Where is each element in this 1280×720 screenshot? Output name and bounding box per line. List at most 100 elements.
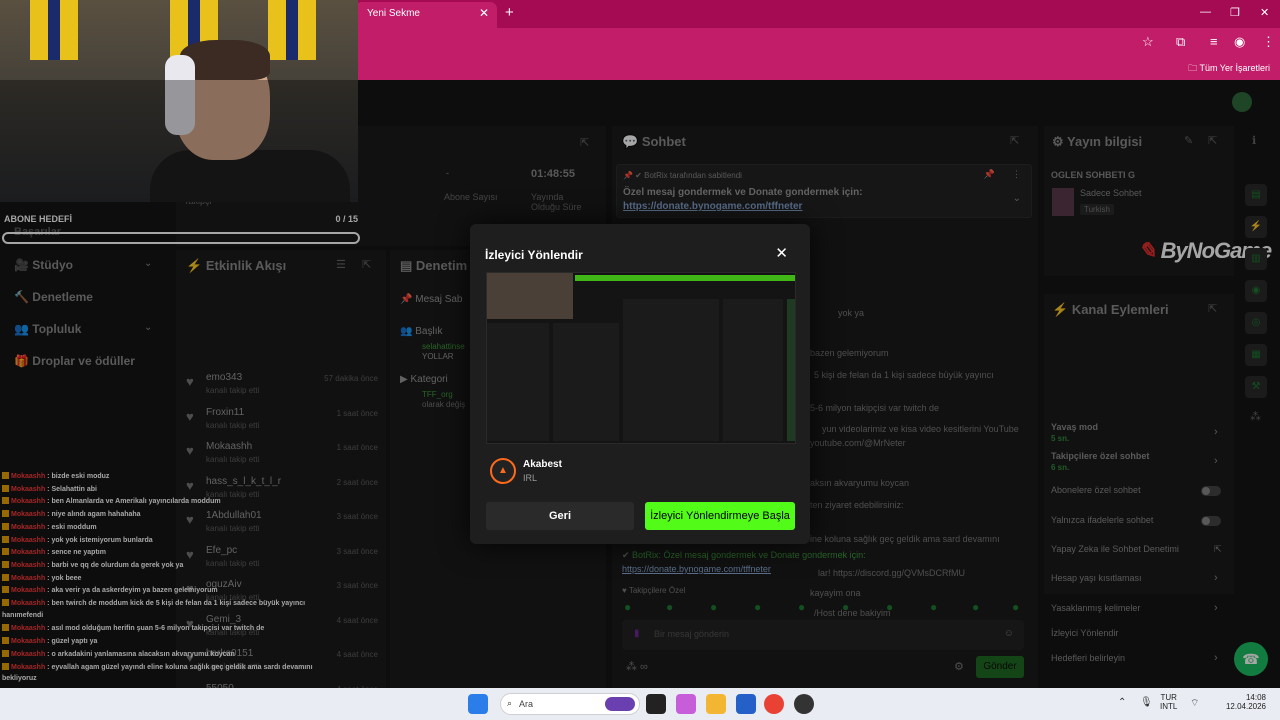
emote-icon[interactable]: ● [666,600,673,614]
browser-tab[interactable]: Yeni Sekme ✕ [355,2,497,28]
wifi-icon[interactable]: ⌔ [1190,697,1199,710]
chat-placeholder: Bir mesaj gönderin [654,629,730,639]
external-link-icon[interactable]: ⇱ [1214,544,1222,555]
more-icon[interactable]: ⋮ [1012,169,1021,180]
tab-close-icon[interactable]: ✕ [479,6,489,20]
side-btn-lightning[interactable]: ⚡ [1245,216,1267,238]
chevron-right-icon[interactable]: › [1214,602,1218,614]
unpin-icon[interactable]: 📌 [984,169,995,180]
toggle-switch[interactable] [1201,516,1221,526]
mic-icon[interactable]: 🎙 [1140,697,1153,708]
emote-icon[interactable]: ● [1012,600,1019,614]
close-window-icon[interactable]: ✕ [1260,6,1269,19]
media-icon[interactable]: ≡ [1210,34,1218,49]
menu-icon[interactable]: ⋮ [1262,34,1275,50]
activity-row[interactable]: ♥ emo343 kanalı takip etti 57 dakika önce [186,372,382,406]
close-icon[interactable]: ✕ [775,244,788,262]
star-icon[interactable]: ☆ [1142,34,1154,50]
expand-icon[interactable]: ⇱ [1208,302,1217,315]
chat-text: ben twirch de moddum kick de 5 kişi de f… [51,600,306,607]
expand-icon[interactable]: ⇱ [1010,134,1019,147]
side-btn-1[interactable]: ▤ [1245,184,1267,206]
user-avatar[interactable] [1232,92,1252,112]
apps-icon[interactable]: ⁂ [1250,410,1261,423]
store-icon[interactable] [736,694,756,714]
heart-icon: ♥ [186,546,194,562]
emote-icon[interactable]: ● [842,600,849,614]
all-bookmarks[interactable]: 🗀 Tüm Yer İşaretleri [1188,61,1270,77]
emote-icon[interactable]: ● [798,600,805,614]
nav-item-community[interactable]: 👥 Topluluk [14,322,81,336]
help-button[interactable]: ☎ [1234,642,1268,676]
back-button[interactable]: Geri [486,502,634,530]
activity-row[interactable]: ♥ Efe_pc kanalı takip etti 3 saat önce [186,545,382,579]
extensions-icon[interactable]: ⧉ [1176,34,1185,50]
expand-icon[interactable]: ⇱ [580,136,589,149]
nav-item-drops[interactable]: 🎁 Droplar ve ödüller [14,354,135,368]
emote-icon[interactable]: ● [886,600,893,614]
emoji-icon[interactable]: ☺ [1004,628,1014,639]
chat-username: Mokaashh [11,485,46,493]
activity-row[interactable]: ♥ 1Abdullah01 kanalı takip etti 3 saat önce [186,510,382,544]
bot-link[interactable]: https://donate.bynogame.com/tffneter [622,564,771,574]
new-tab-icon[interactable]: + [505,4,514,21]
copilot-icon[interactable] [676,694,696,714]
expand-icon[interactable]: ⇱ [1208,134,1217,147]
chat-tools-icon[interactable]: ⁂ ∞ [626,660,648,673]
chevron-right-icon[interactable]: › [1214,572,1218,584]
moderation-title: ▤ Denetim [400,258,468,273]
emote-icon[interactable]: ● [930,600,937,614]
nav-item-studio[interactable]: 🎥 Stüdyo [14,258,73,272]
heart-icon: ♥ [186,408,194,424]
emote-icon[interactable]: ● [624,600,631,614]
language-indicator[interactable]: TUR INTL [1160,693,1177,711]
chevron-right-icon[interactable]: › [1214,426,1218,438]
toggle-switch[interactable] [1201,486,1221,496]
activity-row[interactable]: ♥ Froxin11 kanalı takip etti 1 saat önce [186,407,382,441]
pinned-message: 📌 ✔ BotRix tarafından sabitlendi 📌 ⋮ Öze… [616,164,1032,218]
maximize-icon[interactable]: ❐ [1230,6,1240,19]
title-row[interactable]: 👥 Başlık [400,326,442,337]
side-btn-broadcast[interactable]: ◎ [1245,312,1267,334]
side-btn-users[interactable]: ▦ [1245,344,1267,366]
taskbar-search[interactable]: ⌕ Ara [500,693,640,715]
expand-icon[interactable]: ⇱ [362,258,371,271]
emote-icon[interactable]: ● [972,600,979,614]
filter-icon[interactable]: ☰ [336,258,346,271]
side-btn-hammer[interactable]: ⚒ [1245,376,1267,398]
side-btn-chat[interactable]: ◉ [1245,280,1267,302]
windows-start-icon[interactable] [468,694,488,714]
activity-row[interactable]: ♥ Mokaashh kanalı takip etti 1 saat önce [186,441,382,475]
minimize-icon[interactable]: — [1200,6,1211,18]
chevron-up-icon[interactable]: ⌃ [1118,697,1126,708]
emote-icon[interactable]: ● [710,600,717,614]
chevron-down-icon[interactable]: ⌄ [144,258,152,269]
info-icon[interactable]: ℹ [1252,134,1256,147]
chevron-down-icon[interactable]: ⌄ [144,322,152,333]
channel-preview [486,272,796,444]
clock[interactable]: 14:08 12.04.2026 [1226,693,1266,711]
chat-text: hanımefendi [2,611,44,619]
file-explorer-icon[interactable] [706,694,726,714]
chrome-icon[interactable] [764,694,784,714]
start-raid-button[interactable]: İzleyici Yönlendirmeye Başla [645,502,795,530]
task-view-icon[interactable] [646,694,666,714]
category-row[interactable]: ▶ Kategori [400,374,448,385]
nav-item-moderation[interactable]: 🔨 Denetleme [14,290,93,304]
obs-icon[interactable] [794,694,814,714]
overlay-chat-line: Mokaashh : aka verir ya da askerdeyim ya… [2,586,218,599]
emote-icon[interactable]: ● [754,600,761,614]
profile-icon[interactable]: ◉ [1234,34,1245,50]
pinned-message-row[interactable]: 📌 Mesaj Sab [400,294,462,305]
chat-input[interactable]: ▮ Bir mesaj gönderin ☺ [622,620,1024,650]
edit-icon[interactable]: ✎ [1184,134,1193,147]
send-button[interactable]: Gönder [976,656,1024,678]
side-btn-doc[interactable]: ▥ [1245,248,1267,270]
chevron-right-icon[interactable]: › [1214,455,1218,467]
chevron-right-icon[interactable]: › [1214,652,1218,664]
chevron-down-icon[interactable]: ⌄ [1013,193,1021,204]
gear-icon[interactable]: ⚙ [954,660,964,673]
pinned-by: 📌 ✔ BotRix tarafından sabitlendi [623,171,742,180]
mic-icon[interactable]: ▮ [634,628,640,639]
pinned-link[interactable]: https://donate.bynogame.com/tffneter [623,201,802,212]
